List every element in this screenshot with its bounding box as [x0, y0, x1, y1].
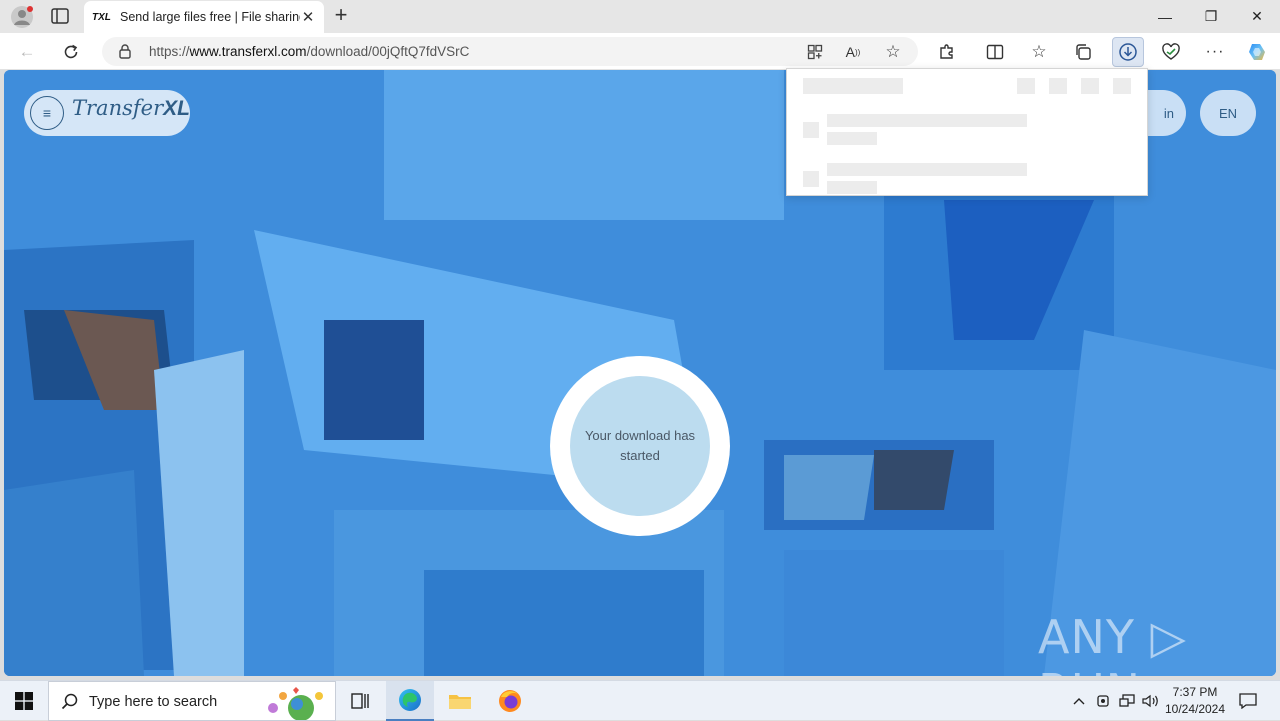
search-highlight-icon — [268, 687, 323, 720]
folder-icon — [449, 695, 471, 709]
clock-date: 10/24/2024 — [1164, 702, 1226, 716]
title-bar: TXL Send large files free | File sharing… — [0, 0, 1280, 33]
clock-time: 7:37 PM — [1172, 685, 1218, 699]
site-logo[interactable]: ≡ TransferXL — [24, 90, 190, 136]
download-item-name-placeholder — [827, 163, 1027, 176]
taskbar-search-box[interactable]: Type here to search — [48, 681, 336, 721]
app-available-icon[interactable] — [802, 39, 828, 65]
download-item-icon-placeholder — [803, 122, 819, 138]
firefox-icon — [499, 690, 521, 712]
flyout-action-placeholder[interactable] — [1049, 78, 1067, 94]
device-tray-icon[interactable] — [1093, 681, 1113, 721]
logo-text: TransferXL — [72, 96, 190, 120]
read-aloud-icon[interactable]: A)) — [840, 39, 866, 65]
network-icon[interactable] — [1116, 681, 1138, 721]
back-button[interactable]: ← — [14, 39, 40, 65]
language-button[interactable]: EN — [1200, 90, 1256, 136]
restore-button[interactable]: ❐ — [1188, 0, 1234, 33]
anyrun-watermark: ANY ▷ RUN — [1038, 610, 1187, 676]
notifications-icon[interactable] — [1236, 681, 1260, 721]
flyout-action-placeholder[interactable] — [1081, 78, 1099, 94]
close-window-button[interactable]: ✕ — [1234, 0, 1280, 33]
search-placeholder: Type here to search — [89, 694, 218, 710]
search-icon — [61, 693, 78, 710]
taskbar-clock[interactable]: 7:37 PM 10/24/2024 — [1160, 684, 1230, 718]
download-status-circle: Your download has started — [550, 356, 730, 536]
active-tab[interactable]: TXL Send large files free | File sharing… — [84, 1, 324, 33]
flyout-action-placeholder[interactable] — [1017, 78, 1035, 94]
hamburger-menu-icon[interactable]: ≡ — [30, 96, 64, 130]
taskbar: Type here to search 7:37 PM 10/24/2024 — [0, 680, 1280, 721]
close-tab-icon[interactable]: ✕ — [300, 8, 316, 26]
task-view-icon — [351, 693, 369, 709]
taskbar-file-explorer-button[interactable] — [436, 681, 484, 721]
browser-essentials-icon[interactable] — [1158, 39, 1184, 65]
refresh-button[interactable] — [58, 39, 84, 65]
edge-icon — [399, 689, 421, 711]
favorite-star-icon[interactable]: ☆ — [880, 39, 906, 65]
url-text[interactable]: https://www.transferxl.com/download/00jQ… — [149, 44, 469, 59]
volume-icon[interactable] — [1140, 681, 1162, 721]
navigation-bar: ← https://www.transferxl.com/download/00… — [0, 33, 1280, 70]
flyout-action-placeholder[interactable] — [1113, 78, 1131, 94]
more-options-icon[interactable]: ··· — [1202, 39, 1228, 65]
collections-icon[interactable] — [1070, 39, 1096, 65]
tab-title: Send large files free | File sharing — [120, 10, 300, 24]
split-screen-icon[interactable] — [982, 39, 1008, 65]
download-item-status-placeholder — [827, 181, 877, 194]
extensions-icon[interactable] — [934, 39, 960, 65]
taskbar-firefox-button[interactable] — [486, 681, 534, 721]
download-item-status-placeholder — [827, 132, 877, 145]
site-favicon-icon: TXL — [92, 11, 111, 23]
flyout-title-placeholder — [803, 78, 903, 94]
favorites-icon[interactable]: ☆ — [1026, 39, 1052, 65]
show-hidden-icons-chevron-up-icon[interactable] — [1068, 681, 1090, 721]
download-item-name-placeholder — [827, 114, 1027, 127]
minimize-button[interactable]: — — [1142, 0, 1188, 33]
address-bar[interactable]: https://www.transferxl.com/download/00jQ… — [102, 37, 918, 66]
tab-actions-icon[interactable] — [50, 7, 70, 25]
copilot-icon[interactable] — [1244, 39, 1270, 65]
taskbar-edge-button[interactable] — [386, 681, 434, 721]
windows-logo-icon — [15, 692, 33, 710]
profile-avatar-icon[interactable] — [10, 5, 34, 29]
downloads-icon[interactable] — [1112, 37, 1144, 67]
downloads-flyout — [786, 68, 1148, 196]
task-view-button[interactable] — [336, 681, 384, 721]
start-button[interactable] — [0, 681, 48, 721]
lock-icon[interactable] — [118, 44, 132, 59]
download-status-text: Your download has started — [570, 376, 710, 516]
new-tab-button[interactable]: + — [330, 4, 352, 28]
download-item-icon-placeholder — [803, 171, 819, 187]
